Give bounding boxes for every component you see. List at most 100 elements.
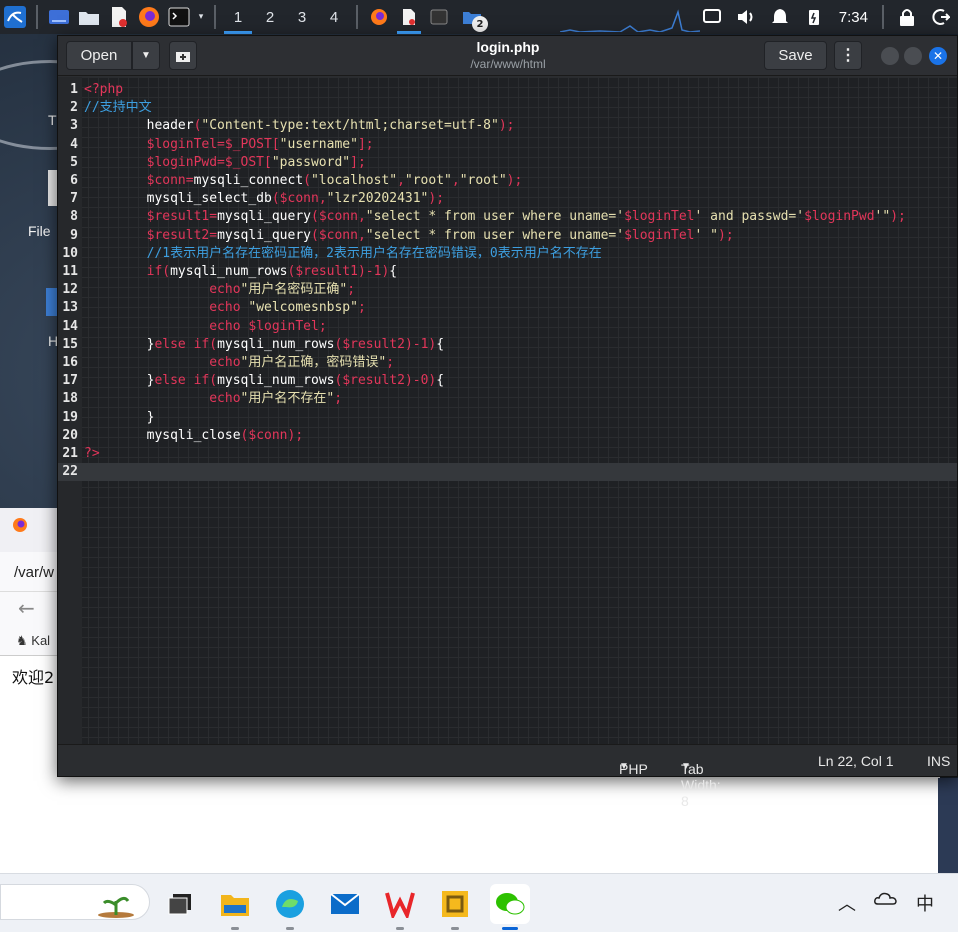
code-line[interactable]: 8 $result1=mysqli_query($conn,"select * …	[58, 208, 957, 226]
code-line[interactable]: 12 echo"用户名密码正确";	[58, 281, 957, 299]
code-line[interactable]: 11 if(mysqli_num_rows($result1)-1){	[58, 263, 957, 281]
document-path: /var/www/html	[470, 57, 546, 71]
terminal-launcher[interactable]	[164, 0, 194, 34]
code-line[interactable]: 15 }else if(mysqli_num_rows($result2)-1)…	[58, 336, 957, 354]
workspace-3[interactable]: 3	[286, 0, 318, 34]
line-number: 14	[62, 318, 78, 334]
desktop-label-filesystem[interactable]: File	[28, 223, 51, 239]
code-line[interactable]: 13 echo "welcomesnbsp";	[58, 299, 957, 317]
code-line[interactable]: 4 $loginTel=$_POST["username"];	[58, 136, 957, 154]
wechat-icon	[496, 893, 525, 915]
task-firefox[interactable]	[364, 0, 394, 34]
task-text-editor[interactable]	[394, 0, 424, 34]
battery-icon[interactable]	[797, 0, 831, 34]
code-line[interactable]: 19 }	[58, 409, 957, 427]
code-token: (	[162, 264, 171, 279]
code-line[interactable]: 2 //支持中文	[58, 99, 957, 117]
code-token: $conn	[248, 427, 288, 443]
workspace-1[interactable]: 1	[222, 0, 254, 34]
logout-icon[interactable]	[924, 0, 958, 34]
taskbar-task-view[interactable]	[160, 884, 200, 924]
code-line[interactable]: 16 echo"用户名正确，密码错误";	[58, 354, 957, 372]
onedrive-icon[interactable]	[874, 890, 898, 911]
search-box[interactable]	[0, 884, 150, 920]
file-manager-button[interactable]	[74, 0, 104, 34]
code-token: mysqli_connect	[193, 173, 304, 188]
code-token: (	[303, 173, 311, 188]
code-text: $loginPwd=$_OST["password"];	[84, 154, 366, 172]
line-number: 17	[62, 373, 78, 389]
new-tab-button[interactable]	[169, 41, 197, 70]
code-line[interactable]: 22	[58, 463, 957, 482]
show-hidden-icons[interactable]: ︿	[838, 890, 856, 916]
open-button[interactable]: Open	[66, 41, 132, 70]
code-token: echo	[84, 391, 241, 407]
plant-icon	[98, 896, 134, 918]
code-line[interactable]: 20 mysqli_close($conn);	[58, 427, 957, 445]
window-count-badge: 2	[472, 16, 488, 32]
taskbar-mail[interactable]	[325, 884, 365, 924]
code-line[interactable]: 3 header("Content-type:text/html;charset…	[58, 117, 957, 135]
code-line[interactable]: 18 echo"用户名不存在";	[58, 390, 957, 408]
firefox-icon	[13, 518, 27, 532]
chevron-up-icon: ︿	[838, 894, 856, 915]
save-button[interactable]: Save	[764, 41, 827, 70]
code-token: "root"	[404, 173, 452, 188]
firefox-launcher[interactable]	[134, 0, 164, 34]
volume-icon[interactable]	[729, 0, 763, 34]
task-file-manager-group[interactable]: 2	[454, 0, 490, 34]
taskbar-file-explorer[interactable]	[215, 884, 255, 930]
task-terminal[interactable]	[424, 0, 454, 34]
ime-indicator[interactable]: 中	[916, 890, 934, 916]
line-number: 7	[70, 191, 78, 207]
kali-menu-button[interactable]	[0, 0, 30, 34]
code-token: "select * from user where uname='	[365, 209, 625, 225]
panel-clock[interactable]: 7:34	[831, 9, 876, 26]
cursor-position[interactable]: Ln 22, Col 1	[818, 753, 894, 769]
taskbar-edge[interactable]	[270, 884, 310, 930]
code-line[interactable]: 6 $conn=mysqli_connect("localhost","root…	[58, 172, 957, 190]
close-button[interactable]: ✕	[929, 47, 947, 65]
open-recent-dropdown[interactable]: ▼	[132, 41, 160, 70]
taskbar-vmware[interactable]	[435, 884, 475, 930]
text-editor-launcher[interactable]	[104, 0, 134, 34]
code-line[interactable]: 14 echo $loginTel;	[58, 318, 957, 336]
mail-icon	[330, 893, 360, 914]
code-line[interactable]: 5 $loginPwd=$_OST["password"];	[58, 154, 957, 172]
text-editor-icon	[112, 7, 127, 27]
code-editor[interactable]: 1 <?php 2//支持中文 3 header("Content-type:text…	[58, 77, 957, 745]
lock-icon[interactable]	[890, 0, 924, 34]
code-token: "password"	[271, 154, 351, 170]
launcher-dropdown-arrow[interactable]: ▾	[194, 0, 208, 34]
code-line[interactable]: 10 //1表示用户名存在密码正确，2表示用户名存在密码错误，0表示用户名不存在	[58, 245, 957, 263]
code-token: if	[84, 264, 163, 279]
code-token: (	[209, 336, 218, 352]
menu-button[interactable]: ⋮	[834, 41, 862, 70]
code-line[interactable]: 7 mysqli_select_db($conn,"lzr20202431");	[58, 190, 957, 208]
chevron-down-icon: ▼	[141, 50, 151, 61]
code-token: mysqli_close	[84, 427, 241, 443]
maximize-button[interactable]	[904, 47, 922, 65]
text-editor-window: Open ▼ login.php /var/www/html Save ⋮ ✕ …	[57, 35, 958, 809]
line-number: 4	[70, 136, 78, 152]
code-line[interactable]: 21 ?>	[58, 445, 957, 463]
taskbar-wechat[interactable]	[490, 884, 530, 930]
minimize-button[interactable]	[881, 47, 899, 65]
code-token: ,	[357, 227, 366, 243]
notification-bell-icon[interactable]	[763, 0, 797, 34]
code-token: else if	[154, 373, 210, 389]
show-desktop-button[interactable]	[44, 0, 74, 34]
code-token: ;	[347, 282, 356, 298]
code-text: echo "welcomesnbsp";	[84, 299, 366, 317]
desktop-label-trash[interactable]: T	[48, 112, 57, 128]
display-icon[interactable]	[695, 0, 729, 34]
line-number: 15	[62, 336, 78, 352]
workspace-4[interactable]: 4	[318, 0, 350, 34]
taskbar-wps[interactable]	[380, 884, 420, 930]
code-line[interactable]: 9 $result2=mysqli_query($conn,"select * …	[58, 227, 957, 245]
back-arrow-icon[interactable]: ←	[18, 596, 35, 620]
code-line[interactable]: 1 <?php	[58, 81, 957, 99]
workspace-2[interactable]: 2	[254, 0, 286, 34]
code-line[interactable]: 17 }else if(mysqli_num_rows($result2)-0)…	[58, 372, 957, 390]
line-number: 20	[62, 427, 78, 443]
